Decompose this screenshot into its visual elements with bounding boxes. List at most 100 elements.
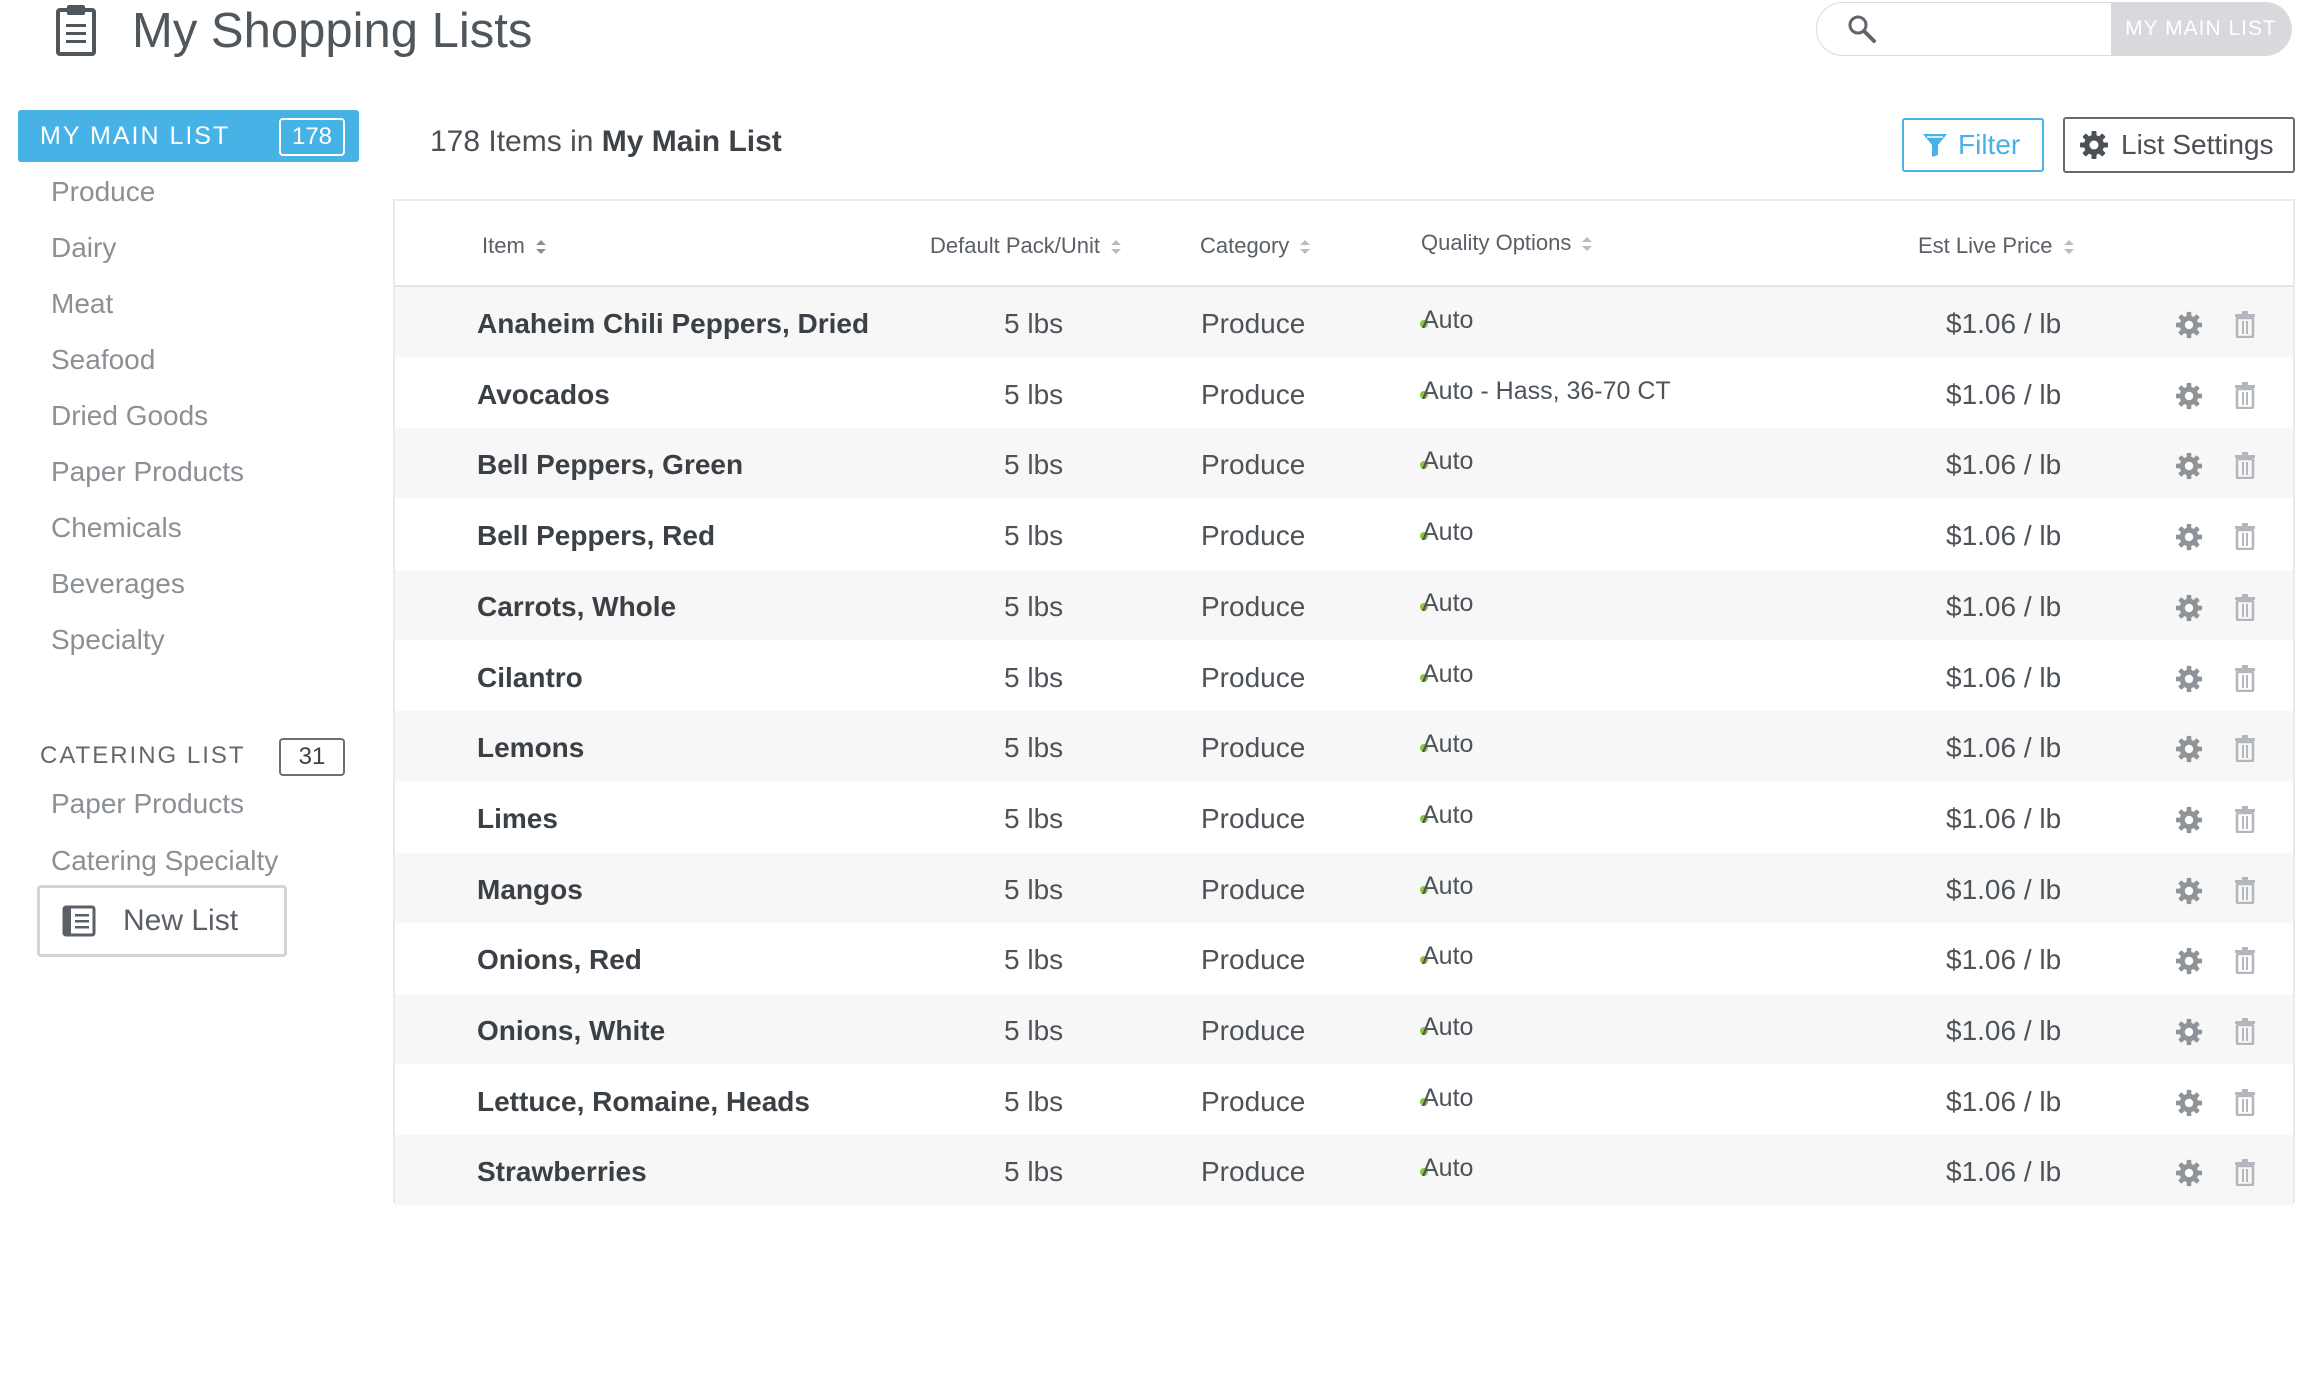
sort-icon[interactable] — [1581, 235, 1593, 253]
item-name[interactable]: Bell Peppers, Red — [477, 499, 715, 573]
table-row[interactable]: Carrots, Whole 5 lbs Produce Auto $1.06 / lb — [395, 569, 2293, 640]
item-name[interactable]: Avocados — [477, 358, 610, 432]
item-name[interactable]: Strawberries — [477, 1135, 647, 1209]
sidebar-item-dried-goods[interactable]: Dried Goods — [51, 396, 208, 436]
gear-icon[interactable] — [2175, 523, 2203, 551]
item-name[interactable]: Lemons — [477, 711, 584, 785]
item-name[interactable]: Mangos — [477, 853, 583, 927]
trash-icon[interactable] — [2234, 1158, 2256, 1187]
sidebar-list-name: MY MAIN LIST — [40, 122, 231, 150]
trash-icon[interactable] — [2234, 451, 2256, 480]
gear-icon[interactable] — [2175, 665, 2203, 693]
quality-options[interactable]: Auto — [1422, 994, 1473, 1060]
sidebar-list-main[interactable]: MY MAIN LIST 178 — [18, 110, 359, 162]
gear-icon[interactable] — [2175, 735, 2203, 763]
item-name[interactable]: Onions, Red — [477, 923, 642, 997]
quality-options[interactable]: Auto — [1422, 499, 1473, 565]
table-row[interactable]: Avocados 5 lbs Produce Auto - Hass, 36-70 C… — [395, 358, 2293, 428]
quality-options[interactable]: Auto — [1422, 641, 1473, 707]
column-header-item[interactable]: Item — [482, 201, 547, 285]
gear-icon[interactable] — [2175, 1089, 2203, 1117]
table-row[interactable]: Limes 5 lbs Produce Auto $1.06 / lb — [395, 782, 2293, 852]
column-header-quality[interactable]: Quality Options — [1421, 201, 1593, 285]
search-scope-button[interactable]: MY MAIN LIST — [2111, 3, 2291, 55]
sidebar-item-beverages[interactable]: Beverages — [51, 564, 185, 604]
new-list-button[interactable]: New List — [37, 885, 287, 957]
sidebar-item-specialty[interactable]: Specialty — [51, 620, 165, 660]
item-name[interactable]: Bell Peppers, Green — [477, 428, 743, 502]
sidebar-list-catering[interactable]: CATERING LIST 31 — [18, 730, 359, 782]
table-row[interactable]: Onions, Red 5 lbs Produce Auto $1.06 / lb — [395, 923, 2293, 993]
gear-icon[interactable] — [2175, 382, 2203, 410]
sidebar-item-seafood[interactable]: Seafood — [51, 340, 155, 380]
sidebar-item-dairy[interactable]: Dairy — [51, 228, 116, 268]
trash-icon[interactable] — [2234, 1017, 2256, 1045]
item-name[interactable]: Anaheim Chili Peppers, Dried — [477, 287, 869, 361]
trash-icon[interactable] — [2234, 664, 2256, 692]
filter-button[interactable]: Filter — [1902, 118, 2044, 172]
quality-options[interactable]: Auto — [1422, 287, 1473, 353]
column-header-price[interactable]: Est Live Price — [1918, 201, 2075, 285]
gear-icon[interactable] — [2175, 877, 2203, 905]
column-header-pack[interactable]: Default Pack/Unit — [930, 201, 1122, 285]
table-row[interactable]: Mangos 5 lbs Produce Auto $1.06 / lb — [395, 852, 2293, 923]
search-box[interactable]: MY MAIN LIST — [1816, 2, 2292, 56]
trash-icon[interactable] — [2234, 876, 2256, 904]
quality-options[interactable]: Auto — [1422, 1065, 1473, 1131]
gear-icon[interactable] — [2175, 311, 2203, 339]
item-name[interactable]: Cilantro — [477, 641, 583, 715]
item-name[interactable]: Onions, White — [477, 994, 665, 1068]
gear-icon[interactable] — [2175, 594, 2203, 622]
trash-icon[interactable] — [2234, 593, 2256, 621]
sort-icon[interactable] — [2063, 238, 2075, 256]
quality-options[interactable]: Auto — [1422, 853, 1473, 919]
item-name[interactable]: Carrots, Whole — [477, 570, 676, 644]
table-row[interactable]: Bell Peppers, Red 5 lbs Produce Auto $1.06 /… — [395, 499, 2293, 569]
table-row[interactable]: Bell Peppers, Green 5 lbs Produce Auto $1.06… — [395, 428, 2293, 499]
sidebar-item-catering-specialty[interactable]: Catering Specialty — [51, 841, 278, 881]
trash-icon[interactable] — [2234, 381, 2256, 409]
column-header-category[interactable]: Category — [1200, 201, 1311, 285]
sidebar-item-chemicals[interactable]: Chemicals — [51, 508, 182, 548]
quality-options[interactable]: Auto — [1422, 923, 1473, 989]
sort-icon[interactable] — [1110, 238, 1122, 256]
gear-icon[interactable] — [2175, 1159, 2203, 1187]
quality-options[interactable]: Auto - Hass, 36-70 CT — [1422, 358, 1671, 424]
table-row[interactable]: Cilantro 5 lbs Produce Auto $1.06 / lb — [395, 641, 2293, 711]
item-name[interactable]: Lettuce, Romaine, Heads — [477, 1065, 810, 1139]
sidebar-item-produce[interactable]: Produce — [51, 172, 155, 212]
trash-icon[interactable] — [2234, 734, 2256, 763]
sort-icon[interactable] — [1299, 238, 1311, 256]
quality-options[interactable]: Auto — [1422, 1135, 1473, 1201]
sidebar-item-catering-paper-products[interactable]: Paper Products — [51, 784, 244, 824]
quality-options[interactable]: Auto — [1422, 428, 1473, 494]
gear-icon[interactable] — [2175, 806, 2203, 834]
table-row[interactable]: Onions, White 5 lbs Produce Auto $1.06 / lb — [395, 994, 2293, 1064]
trash-icon[interactable] — [2234, 522, 2256, 551]
est-live-price: $1.06 / lb — [1946, 873, 2062, 905]
table-row[interactable]: Anaheim Chili Peppers, Dried 5 lbs Produce… — [395, 287, 2293, 357]
trash-icon[interactable] — [2234, 946, 2256, 975]
pack-unit: 5 lbs — [1004, 590, 1064, 622]
quality-options[interactable]: Auto — [1422, 711, 1473, 777]
search-input[interactable] — [1889, 3, 2123, 55]
list-settings-button[interactable]: List Settings — [2063, 117, 2295, 173]
gear-icon[interactable] — [2175, 452, 2203, 480]
trash-icon[interactable] — [2234, 310, 2256, 338]
sort-icon[interactable] — [535, 238, 547, 256]
quality-options[interactable]: Auto — [1422, 782, 1473, 848]
sidebar-item-meat[interactable]: Meat — [51, 284, 113, 324]
item-name[interactable]: Limes — [477, 782, 558, 856]
gear-icon[interactable] — [2175, 947, 2203, 975]
table-row[interactable]: Lettuce, Romaine, Heads 5 lbs Produce Auto $… — [395, 1065, 2293, 1135]
gear-icon[interactable] — [2175, 1018, 2203, 1046]
table-row[interactable]: Strawberries 5 lbs Produce Auto $1.06 / lb — [395, 1135, 2293, 1206]
quality-options[interactable]: Auto — [1422, 570, 1473, 636]
trash-icon[interactable] — [2234, 805, 2256, 833]
trash-icon[interactable] — [2234, 1088, 2256, 1116]
gear-icon — [2080, 131, 2108, 159]
search-icon[interactable] — [1847, 14, 1877, 44]
sidebar-item-paper-products[interactable]: Paper Products — [51, 452, 244, 492]
table-row[interactable]: Lemons 5 lbs Produce Auto $1.06 / lb — [395, 711, 2293, 782]
funnel-icon — [1923, 134, 1947, 157]
